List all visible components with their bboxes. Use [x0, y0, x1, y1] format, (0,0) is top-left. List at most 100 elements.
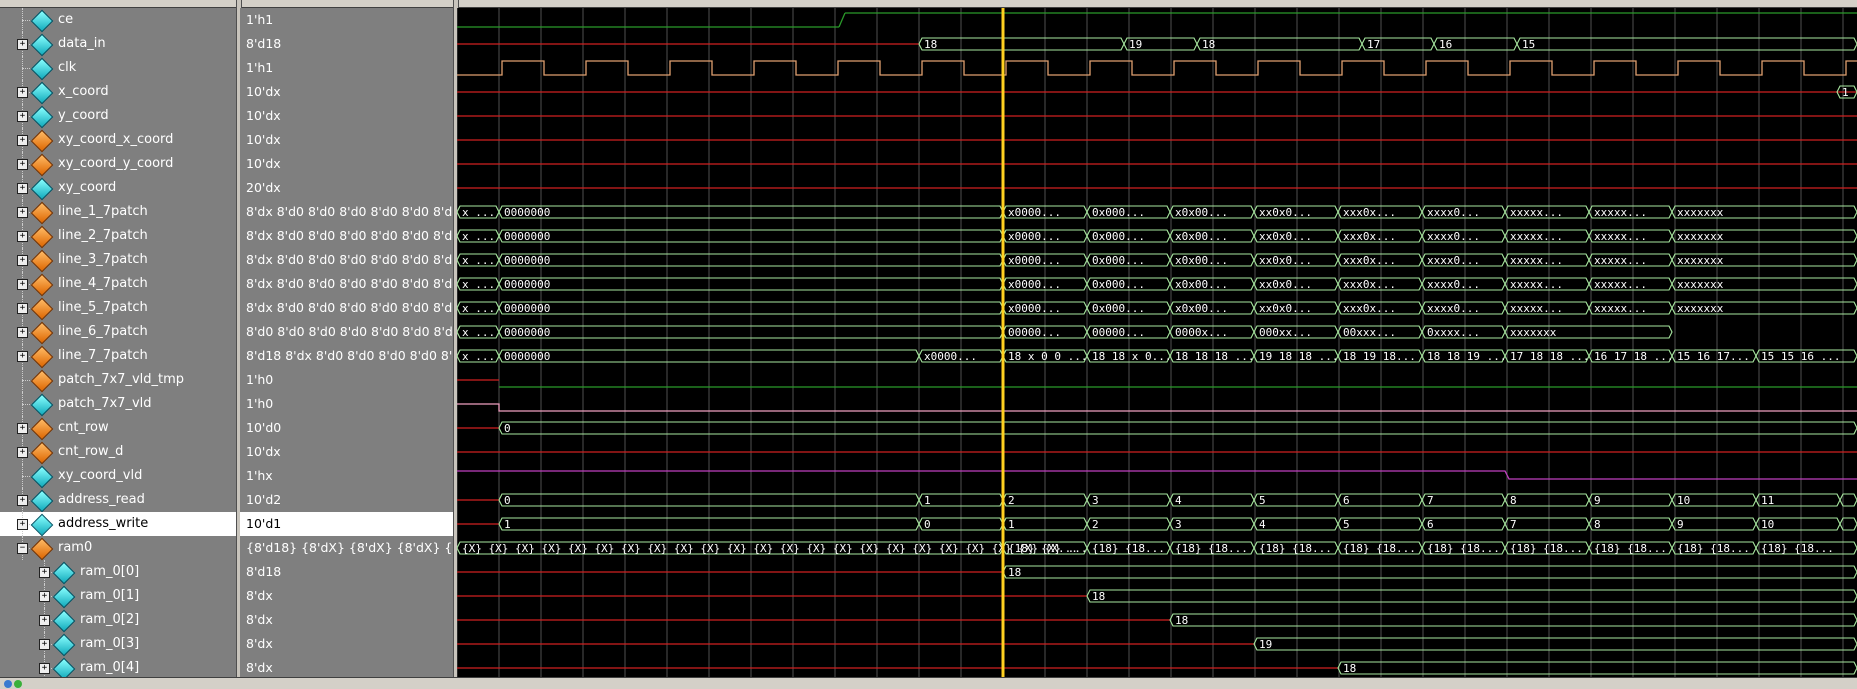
signal-row-line-6-7patch[interactable]: + line_6_7patch: [0, 320, 236, 345]
signal-value-ram-03[interactable]: 8'dx: [240, 632, 453, 656]
signal-value-clk[interactable]: 1'h1: [240, 56, 453, 80]
signal-row-ram-03[interactable]: + ram_0[3]: [0, 632, 236, 657]
signal-row-xy-coord-vld[interactable]: xy_coord_vld: [0, 464, 236, 489]
waveform-canvas[interactable]: 18 19 18 17 16 151x ... 0000000 x0000... 0x000..…: [456, 8, 1857, 677]
signal-row-patch-7x7-vld-tmp[interactable]: patch_7x7_vld_tmp: [0, 368, 236, 393]
signal-row-cnt-row[interactable]: + cnt_row: [0, 416, 236, 441]
signal-row-ce[interactable]: ce: [0, 8, 236, 33]
signal-row-xy-coord-y-coord[interactable]: + xy_coord_y_coord: [0, 152, 236, 177]
signal-row-ram-01[interactable]: + ram_0[1]: [0, 584, 236, 609]
signal-row-ram0[interactable]: − ram0: [0, 536, 236, 561]
bus-value-label: 3: [1175, 518, 1182, 531]
expand-toggle-icon[interactable]: +: [39, 567, 50, 578]
signal-value-data-in[interactable]: 8'd18: [240, 32, 453, 56]
signal-row-xy-coord[interactable]: + xy_coord: [0, 176, 236, 201]
signal-value-line-5-7patch[interactable]: 8'dx 8'd0 8'd0 8'd0 8'd0 8'd0 8'd0: [240, 296, 453, 320]
signal-value-line-3-7patch[interactable]: 8'dx 8'd0 8'd0 8'd0 8'd0 8'd0 8'd0: [240, 248, 453, 272]
expand-toggle-icon[interactable]: +: [39, 615, 50, 626]
register-signal-icon: [30, 369, 54, 393]
bus-value-label: 16 17 18 ...: [1594, 350, 1673, 363]
expand-toggle-icon[interactable]: +: [17, 279, 28, 290]
expand-toggle-icon[interactable]: +: [39, 591, 50, 602]
signal-row-line-7-7patch[interactable]: + line_7_7patch: [0, 344, 236, 369]
signal-row-line-1-7patch[interactable]: + line_1_7patch: [0, 200, 236, 225]
signal-row-data-in[interactable]: + data_in: [0, 32, 236, 57]
bus-value-label: x0000...: [1008, 254, 1061, 267]
tree-branch: [22, 464, 24, 488]
signal-name: line_3_7patch: [58, 252, 148, 267]
signal-row-ram-04[interactable]: + ram_0[4]: [0, 656, 236, 677]
signal-value-xy-coord[interactable]: 20'dx: [240, 176, 453, 200]
signal-value-ram-04[interactable]: 8'dx: [240, 656, 453, 677]
signal-value-address-write[interactable]: 10'd1: [240, 512, 453, 536]
waveform-area[interactable]: 18 19 18 17 16 15 1 x ... 0000000 x0000... 0x000..…: [456, 8, 1857, 677]
signal-value-cnt-row-d[interactable]: 10'dx: [240, 440, 453, 464]
signal-value-line-2-7patch[interactable]: 8'dx 8'd0 8'd0 8'd0 8'd0 8'd0 8'd0: [240, 224, 453, 248]
expand-toggle-icon[interactable]: +: [17, 327, 28, 338]
bus-value-label: x ...: [462, 230, 495, 243]
signal-value-ce[interactable]: 1'h1: [240, 8, 453, 32]
bus-value-label: xxxxxxx: [1510, 326, 1557, 339]
expand-toggle-icon[interactable]: +: [17, 351, 28, 362]
signal-value-ram-01[interactable]: 8'dx: [240, 584, 453, 608]
register-signal-icon: [30, 297, 54, 321]
signal-name: x_coord: [58, 84, 109, 99]
signal-row-line-4-7patch[interactable]: + line_4_7patch: [0, 272, 236, 297]
signal-row-line-2-7patch[interactable]: + line_2_7patch: [0, 224, 236, 249]
signal-value-xy-coord-x-coord[interactable]: 10'dx: [240, 128, 453, 152]
signal-row-clk[interactable]: clk: [0, 56, 236, 81]
signal-row-address-read[interactable]: + address_read: [0, 488, 236, 513]
signal-row-ram-02[interactable]: + ram_0[2]: [0, 608, 236, 633]
expand-toggle-icon[interactable]: +: [17, 303, 28, 314]
expand-toggle-icon[interactable]: +: [17, 519, 28, 530]
bus-value-label: xx0x0...: [1259, 254, 1312, 267]
signal-name: cnt_row_d: [58, 444, 124, 459]
bus-value-label: xxxxx...: [1510, 254, 1563, 267]
expand-toggle-icon[interactable]: +: [17, 111, 28, 122]
wire-signal-icon: [30, 393, 54, 417]
expand-toggle-icon[interactable]: +: [17, 159, 28, 170]
signal-value-patch-7x7-vld[interactable]: 1'h0: [240, 392, 453, 416]
expand-toggle-icon[interactable]: +: [17, 423, 28, 434]
signal-value-y-coord[interactable]: 10'dx: [240, 104, 453, 128]
signal-value-ram-00[interactable]: 8'd18: [240, 560, 453, 584]
expand-toggle-icon[interactable]: +: [17, 255, 28, 266]
signal-row-cnt-row-d[interactable]: + cnt_row_d: [0, 440, 236, 465]
collapse-toggle-icon[interactable]: −: [17, 543, 28, 554]
expand-toggle-icon[interactable]: +: [17, 495, 28, 506]
expand-toggle-icon[interactable]: +: [17, 39, 28, 50]
bus-value-label: xxxxx...: [1510, 278, 1563, 291]
expand-toggle-icon[interactable]: +: [17, 87, 28, 98]
expand-toggle-icon[interactable]: +: [17, 135, 28, 146]
signal-value-line-4-7patch[interactable]: 8'dx 8'd0 8'd0 8'd0 8'd0 8'd0 8'd0: [240, 272, 453, 296]
signal-row-ram-00[interactable]: + ram_0[0]: [0, 560, 236, 585]
bus-value-label: 1: [1008, 518, 1015, 531]
signal-row-address-write[interactable]: + address_write: [0, 512, 236, 537]
signal-row-xy-coord-x-coord[interactable]: + xy_coord_x_coord: [0, 128, 236, 153]
signal-row-x-coord[interactable]: + x_coord: [0, 80, 236, 105]
expand-toggle-icon[interactable]: +: [39, 663, 50, 674]
signal-value-xy-coord-y-coord[interactable]: 10'dx: [240, 152, 453, 176]
expand-toggle-icon[interactable]: +: [17, 207, 28, 218]
bus-value-label: 0000000: [504, 254, 550, 267]
expand-toggle-icon[interactable]: +: [17, 183, 28, 194]
signal-value-xy-coord-vld[interactable]: 1'hx: [240, 464, 453, 488]
expand-toggle-icon[interactable]: +: [17, 447, 28, 458]
signal-row-line-5-7patch[interactable]: + line_5_7patch: [0, 296, 236, 321]
expand-toggle-icon[interactable]: +: [39, 639, 50, 650]
register-signal-icon: [30, 249, 54, 273]
signal-value-ram-02[interactable]: 8'dx: [240, 608, 453, 632]
signal-value-x-coord[interactable]: 10'dx: [240, 80, 453, 104]
signal-value-line-6-7patch[interactable]: 8'd0 8'd0 8'd0 8'd0 8'd0 8'd0 8'dx: [240, 320, 453, 344]
expand-toggle-icon[interactable]: +: [17, 231, 28, 242]
signal-row-y-coord[interactable]: + y_coord: [0, 104, 236, 129]
signal-row-line-3-7patch[interactable]: + line_3_7patch: [0, 248, 236, 273]
register-signal-icon: [30, 273, 54, 297]
signal-value-line-1-7patch[interactable]: 8'dx 8'd0 8'd0 8'd0 8'd0 8'd0 8'd0: [240, 200, 453, 224]
signal-row-patch-7x7-vld[interactable]: patch_7x7_vld: [0, 392, 236, 417]
signal-value-address-read[interactable]: 10'd2: [240, 488, 453, 512]
signal-value-patch-7x7-vld-tmp[interactable]: 1'h0: [240, 368, 453, 392]
signal-value-line-7-7patch[interactable]: 8'd18 8'dx 8'd0 8'd0 8'd0 8'd0 8'd0: [240, 344, 453, 368]
signal-value-ram0[interactable]: {8'd18} {8'dX} {8'dX} {8'dX} {8'...: [240, 536, 453, 560]
signal-value-cnt-row[interactable]: 10'd0: [240, 416, 453, 440]
